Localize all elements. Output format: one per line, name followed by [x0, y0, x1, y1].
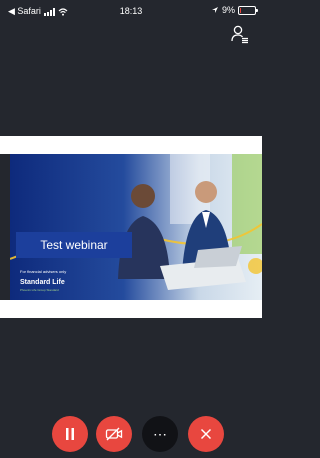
slide-title: Test webinar [16, 232, 132, 258]
call-controls: ⋯ [0, 416, 262, 456]
battery-percent: 9% [221, 5, 235, 15]
video-button[interactable] [96, 416, 132, 452]
audio-button[interactable] [52, 416, 88, 452]
participants-list-icon [231, 25, 248, 44]
status-right: 9% [211, 5, 258, 15]
status-bar: ◀ Safari 18:13 9% [0, 0, 262, 22]
battery-fill [240, 7, 242, 13]
participants-button[interactable] [230, 24, 250, 44]
brand-tagline: Phoenix Life Group Standard [20, 288, 59, 292]
location-arrow-icon [211, 7, 218, 13]
brand-logo-text: Standard Life [20, 279, 65, 286]
pause-icon [66, 428, 74, 440]
more-options-button[interactable]: ⋯ [142, 416, 178, 452]
leave-call-button[interactable] [188, 416, 224, 452]
more-icon: ⋯ [153, 426, 167, 442]
battery-icon [238, 5, 258, 15]
shared-presentation-slide: Test webinar For financial advisers only… [10, 154, 262, 300]
slide-disclaimer: For financial advisers only [20, 269, 67, 274]
slide-top-margin [0, 136, 262, 154]
slide-bottom-margin [0, 300, 262, 318]
video-off-icon [105, 427, 123, 441]
close-icon [200, 428, 212, 440]
